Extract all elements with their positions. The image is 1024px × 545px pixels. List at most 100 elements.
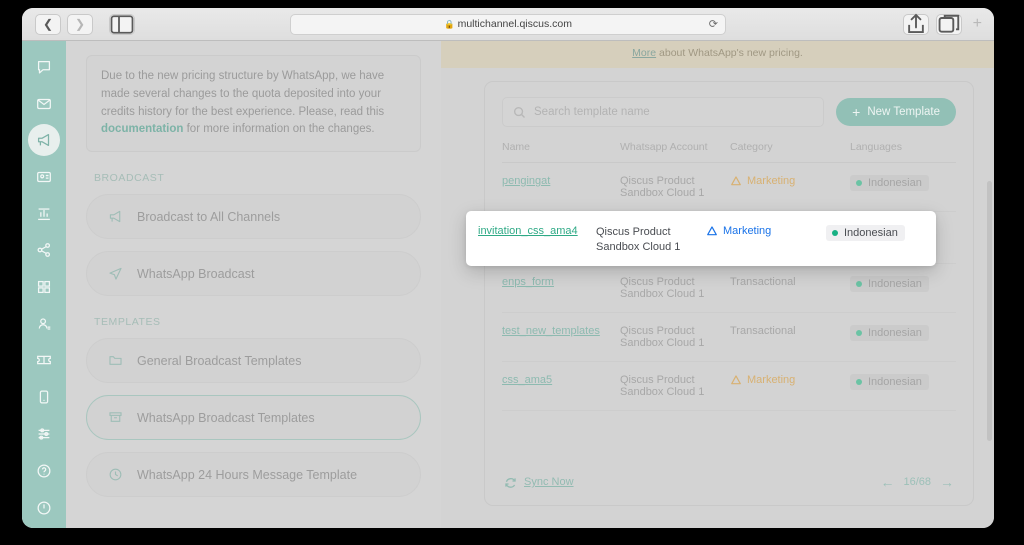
highlighted-template-row[interactable]: invitation_css_ama4 Qiscus Product Sandb… <box>466 211 936 266</box>
category-label: Marketing <box>747 374 796 386</box>
template-name-link[interactable]: pengingat <box>502 175 550 187</box>
highlighted-language-badge: Indonesian <box>826 225 905 241</box>
cell-language: Indonesian <box>850 263 956 313</box>
template-name-link[interactable]: css_ama5 <box>502 374 552 386</box>
menu-item-whatsapp-24h-message-template[interactable]: WhatsApp 24 Hours Message Template <box>86 452 421 498</box>
pagination: ← 16/68 → <box>880 475 954 489</box>
category-marketing: Marketing <box>730 175 850 187</box>
chat-icon <box>37 60 51 74</box>
toolbar-right-group: + <box>902 13 986 35</box>
rail-item-integration[interactable] <box>28 234 60 266</box>
menu-item-whatsapp-broadcast-templates[interactable]: WhatsApp Broadcast Templates <box>86 395 421 441</box>
contact-card-icon <box>37 171 51 183</box>
menu-item-general-broadcast-templates[interactable]: General Broadcast Templates <box>86 338 421 384</box>
rail-item-help[interactable] <box>28 456 60 488</box>
cell-category: Marketing <box>730 162 850 212</box>
column-header-languages[interactable]: Languages <box>850 137 956 163</box>
tabs-button[interactable] <box>935 13 962 35</box>
prev-page-button[interactable]: ← <box>880 475 894 489</box>
rail-item-tickets[interactable] <box>28 345 60 377</box>
highlighted-template-name-link[interactable]: invitation_css_ama4 <box>478 225 596 237</box>
rail-item-inbox[interactable] <box>28 88 60 120</box>
highlighted-language-label: Indonesian <box>844 227 898 239</box>
language-badge: Indonesian <box>850 175 929 191</box>
cell-name: test_new_templates <box>502 312 620 362</box>
ticket-icon <box>37 356 51 365</box>
table-row[interactable]: enps_form Qiscus Product Sandbox Cloud 1… <box>502 263 956 313</box>
notice-text-before: Due to the new pricing structure by What… <box>101 70 385 118</box>
cell-language: Indonesian <box>850 361 956 411</box>
browser-window: ❮ ❯ 🔒 multichannel.qiscus.com ⟳ + Due to… <box>22 8 994 528</box>
page-indicator: 16/68 <box>903 476 931 488</box>
rail-item-apps[interactable] <box>28 271 60 303</box>
warning-triangle-icon <box>707 226 717 236</box>
menu-item-label: Broadcast to All Channels <box>137 209 281 224</box>
share-button[interactable] <box>902 13 929 35</box>
plus-icon: + <box>852 104 861 120</box>
documentation-link[interactable]: documentation <box>101 123 183 135</box>
menu-item-whatsapp-broadcast[interactable]: WhatsApp Broadcast <box>86 251 421 297</box>
rail-item-broadcast[interactable] <box>28 124 60 157</box>
rail-item-settings[interactable] <box>28 418 60 450</box>
table-row[interactable]: css_ama5 Qiscus Product Sandbox Cloud 1 … <box>502 361 956 411</box>
new-template-label: New Template <box>867 106 940 118</box>
templates-table-wrapper: Name Whatsapp Account Category Languages… <box>485 137 973 411</box>
share-icon <box>907 13 924 33</box>
pricing-banner-text: about WhatsApp's new pricing. <box>656 47 803 59</box>
settings-sliders-icon <box>38 428 50 440</box>
rail-item-contacts[interactable] <box>28 161 60 193</box>
mobile-icon <box>39 390 49 404</box>
rail-item-mobile[interactable] <box>28 381 60 413</box>
table-row[interactable]: test_new_templates Qiscus Product Sandbo… <box>502 312 956 362</box>
column-header-name[interactable]: Name <box>502 137 620 163</box>
cell-category: Marketing <box>730 361 850 411</box>
url-text: multichannel.qiscus.com <box>457 18 572 30</box>
more-link[interactable]: More <box>632 47 656 59</box>
highlighted-language-cell: Indonesian <box>826 225 905 241</box>
search-icon <box>513 106 526 118</box>
column-header-category[interactable]: Category <box>730 137 850 163</box>
templates-card: Search template name + New Template Name <box>484 81 974 506</box>
folder-icon <box>109 356 122 366</box>
search-input[interactable]: Search template name <box>502 97 825 127</box>
category-marketing: Marketing <box>730 374 850 386</box>
language-badge: Indonesian <box>850 325 929 341</box>
new-template-button[interactable]: + New Template <box>836 98 956 126</box>
sidebar-toggle-button[interactable] <box>109 13 135 35</box>
section-title-templates: TEMPLATES <box>94 316 161 329</box>
language-label: Indonesian <box>868 327 922 339</box>
menu-item-label: General Broadcast Templates <box>137 353 302 368</box>
page-scrollbar[interactable] <box>987 181 992 441</box>
template-name-link[interactable]: enps_form <box>502 276 554 288</box>
reload-icon[interactable]: ⟳ <box>709 18 718 31</box>
cell-language: Indonesian <box>850 162 956 212</box>
sync-now-button[interactable]: Sync Now <box>504 476 574 489</box>
back-button[interactable]: ❮ <box>35 13 61 35</box>
app-icon-rail <box>22 41 66 528</box>
table-body: pengingat Qiscus Product Sandbox Cloud 1… <box>502 162 956 411</box>
archive-box-icon <box>109 412 122 423</box>
column-header-account[interactable]: Whatsapp Account <box>620 137 730 163</box>
paper-plane-icon <box>109 268 122 280</box>
forward-button[interactable]: ❯ <box>67 13 93 35</box>
table-row[interactable]: pengingat Qiscus Product Sandbox Cloud 1… <box>502 162 956 212</box>
cell-account: Qiscus Product Sandbox Cloud 1 <box>620 162 730 212</box>
rail-item-analytics[interactable] <box>28 198 60 230</box>
pricing-notice: Due to the new pricing structure by What… <box>86 55 421 153</box>
address-bar[interactable]: 🔒 multichannel.qiscus.com ⟳ <box>290 13 726 35</box>
rail-item-logout[interactable] <box>28 492 60 524</box>
menu-item-broadcast-all-channels[interactable]: Broadcast to All Channels <box>86 194 421 240</box>
status-dot-icon <box>856 379 862 385</box>
account-line-1: Qiscus Product <box>596 226 671 238</box>
rail-item-customers[interactable] <box>28 308 60 340</box>
app-viewport: Due to the new pricing structure by What… <box>22 41 994 528</box>
template-name-link[interactable]: test_new_templates <box>502 325 600 337</box>
next-page-button[interactable]: → <box>940 475 954 489</box>
sidebar-toggle-icon <box>110 14 134 34</box>
lock-icon: 🔒 <box>444 18 455 29</box>
rail-item-chat[interactable] <box>28 51 60 83</box>
new-tab-button[interactable]: + <box>969 15 986 33</box>
menu-item-label: WhatsApp 24 Hours Message Template <box>137 467 358 482</box>
notice-text-after: for more information on the changes. <box>183 123 375 136</box>
refresh-icon <box>505 477 516 488</box>
